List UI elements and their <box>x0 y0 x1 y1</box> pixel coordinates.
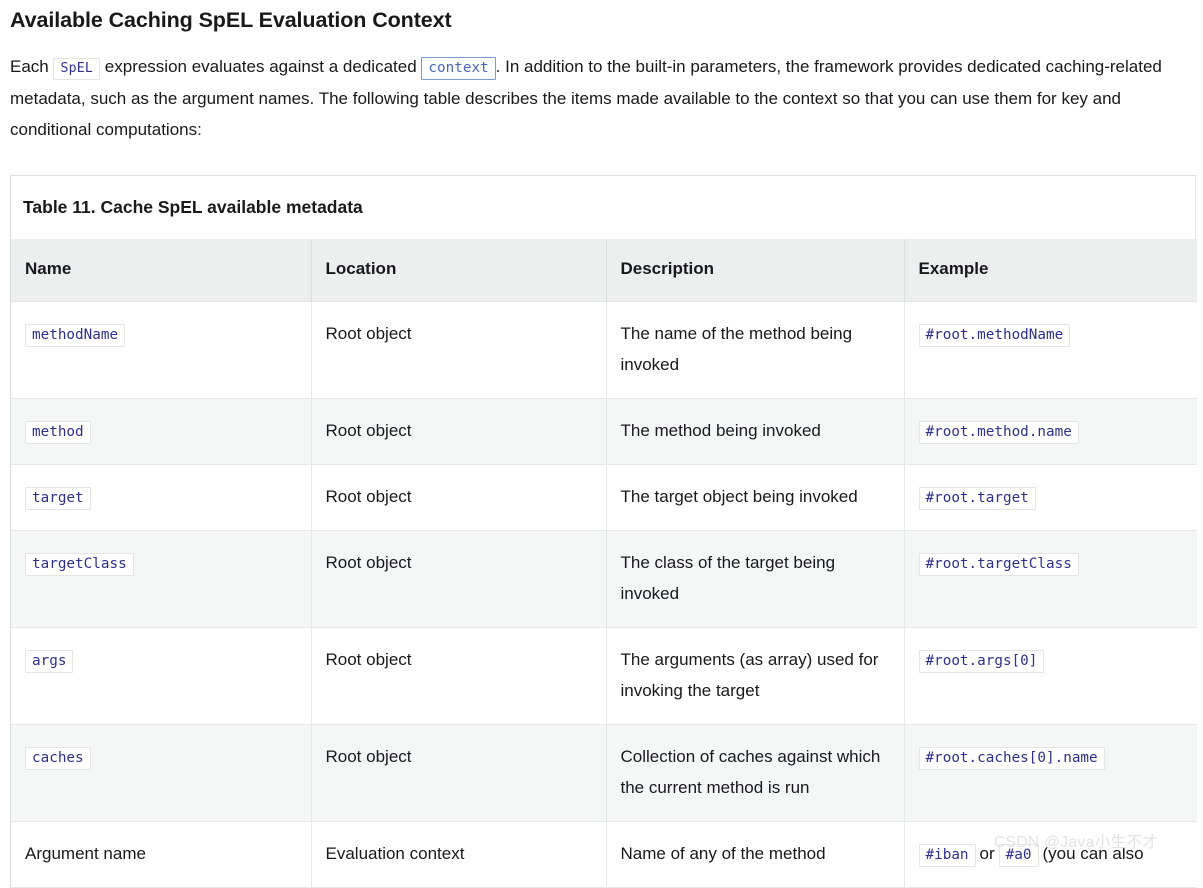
table-row: targetClass Root object The class of the… <box>11 530 1197 628</box>
table-row: caches Root object Collection of caches … <box>11 724 1197 822</box>
column-header-description[interactable]: Description <box>606 239 905 302</box>
cell-description: The name of the method being invoked <box>606 301 905 399</box>
code-span-example: #root.target <box>918 487 1036 510</box>
cell-location: Root object <box>311 627 607 725</box>
column-header-example[interactable]: Example <box>904 239 1197 302</box>
column-header-name[interactable]: Name <box>11 239 312 302</box>
intro-text-part1: Each <box>10 57 49 76</box>
code-span-name: targetClass <box>25 553 134 576</box>
cell-example: #root.methodName <box>904 301 1197 399</box>
cache-spel-metadata-table: Name Location Description Example method… <box>11 239 1197 888</box>
cell-name: args <box>11 627 312 725</box>
code-span-name: target <box>25 487 91 510</box>
cell-location: Root object <box>311 398 607 465</box>
cell-name: targetClass <box>11 530 312 628</box>
code-span-name: args <box>25 650 74 673</box>
cell-location: Root object <box>311 464 607 531</box>
code-span-example: #root.args[0] <box>918 650 1045 673</box>
code-span-name: method <box>25 421 91 444</box>
cell-description: The arguments (as array) used for invoki… <box>606 627 905 725</box>
cell-location: Evaluation context <box>311 821 607 888</box>
table-row: methodName Root object The name of the m… <box>11 301 1197 399</box>
cell-location: Root object <box>311 724 607 822</box>
cell-name: methodName <box>11 301 312 399</box>
cell-example: #root.target <box>904 464 1197 531</box>
code-span-example: #root.method.name <box>918 421 1079 444</box>
cell-example: #root.args[0] <box>904 627 1197 725</box>
table-caption: Table 11. Cache SpEL available metadata <box>23 197 363 217</box>
intro-text-part2: expression evaluates against a dedicated <box>104 57 417 76</box>
code-span-example: #root.caches[0].name <box>918 747 1105 770</box>
column-header-location[interactable]: Location <box>311 239 607 302</box>
table-row: target Root object The target object bei… <box>11 464 1197 531</box>
cell-description: The method being invoked <box>606 398 905 465</box>
table-row: Argument name Evaluation context Name of… <box>11 821 1197 888</box>
code-span-name: methodName <box>25 324 126 347</box>
table-header-row: Name Location Description Example <box>11 239 1197 302</box>
example-expression-group: #iban or #a0 (you can also <box>918 844 1148 867</box>
cell-example: #root.method.name <box>904 398 1197 465</box>
cell-location: Root object <box>311 530 607 628</box>
code-span-example: #iban <box>918 844 976 867</box>
cell-example: #iban or #a0 (you can also <box>904 821 1197 888</box>
cell-description: The target object being invoked <box>606 464 905 531</box>
cell-example: #root.targetClass <box>904 530 1197 628</box>
cell-name: target <box>11 464 312 531</box>
code-span-spel: SpEL <box>53 58 101 80</box>
cell-description: Collection of caches against which the c… <box>606 724 905 822</box>
cell-description: Name of any of the method <box>606 821 905 888</box>
intro-paragraph: Each SpEL expression evaluates against a… <box>0 34 1192 146</box>
cell-location: Root object <box>311 301 607 399</box>
code-span-name: caches <box>25 747 91 770</box>
code-span-example-alt: #a0 <box>998 844 1039 867</box>
cell-description: The class of the target being invoked <box>606 530 905 628</box>
table-row: args Root object The arguments (as array… <box>11 627 1197 725</box>
example-suffix-text: (you can also <box>1042 844 1144 863</box>
metadata-table-block: Table 11. Cache SpEL available metadata … <box>10 175 1197 888</box>
cell-example: #root.caches[0].name <box>904 724 1197 822</box>
example-joiner: or <box>979 844 995 863</box>
cell-name: Argument name <box>11 821 312 888</box>
table-row: method Root object The method being invo… <box>11 398 1197 465</box>
code-link-context[interactable]: context <box>421 57 496 80</box>
page-title: Available Caching SpEL Evaluation Contex… <box>10 8 452 32</box>
cell-name: caches <box>11 724 312 822</box>
code-span-example: #root.methodName <box>918 324 1071 347</box>
code-span-example: #root.targetClass <box>918 553 1079 576</box>
cell-name: method <box>11 398 312 465</box>
